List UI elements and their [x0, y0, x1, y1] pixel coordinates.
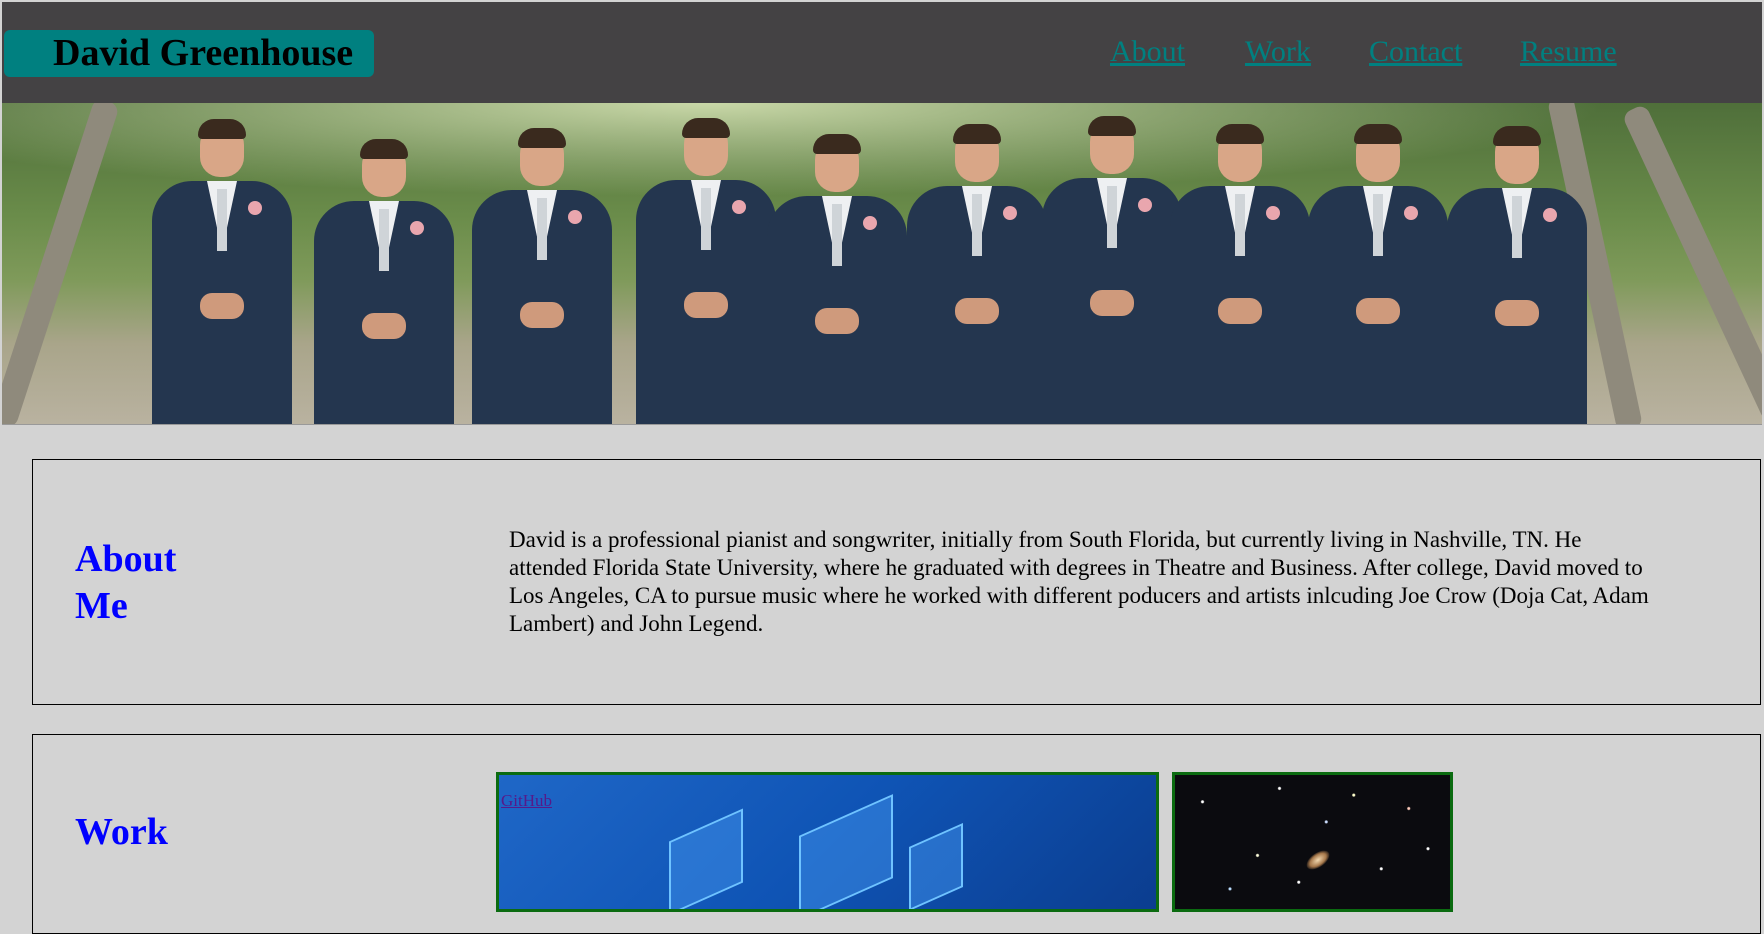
- groomsman-figure: [1447, 126, 1587, 424]
- about-heading-line2: Me: [75, 585, 128, 627]
- groomsman-figure: [1308, 124, 1448, 424]
- github-link[interactable]: GitHub: [501, 791, 552, 811]
- groomsman-figure: [1170, 124, 1310, 424]
- groomsman-figure: [636, 118, 776, 424]
- nav-link-work[interactable]: Work: [1245, 32, 1311, 72]
- groomsman-figure: [472, 128, 612, 424]
- github-project-tile[interactable]: GitHub: [496, 772, 1159, 912]
- site-header: David Greenhouse About Work Contact Resu…: [2, 2, 1762, 103]
- galaxy-image: [1303, 846, 1333, 874]
- groomsman-figure: [152, 119, 292, 424]
- groomsman-figure: [907, 124, 1047, 424]
- about-heading-line1: About: [75, 538, 177, 580]
- about-text: David is a professional pianist and song…: [509, 527, 1649, 636]
- space-project-tile[interactable]: [1172, 772, 1453, 912]
- groomsman-figure: [767, 134, 907, 424]
- about-section: About Me David is a professional pianist…: [32, 459, 1761, 705]
- groomsman-figure: [1042, 116, 1182, 424]
- work-section: Work GitHub: [32, 734, 1761, 934]
- work-heading: Work: [75, 811, 168, 853]
- nav-link-resume[interactable]: Resume: [1520, 32, 1617, 72]
- main-nav: About Work Contact Resume: [2, 32, 1762, 72]
- hero-image: [2, 103, 1762, 425]
- nav-link-about[interactable]: About: [1110, 32, 1185, 72]
- about-heading: About Me: [75, 536, 176, 630]
- groomsman-figure: [314, 139, 454, 424]
- nav-link-contact[interactable]: Contact: [1369, 32, 1462, 72]
